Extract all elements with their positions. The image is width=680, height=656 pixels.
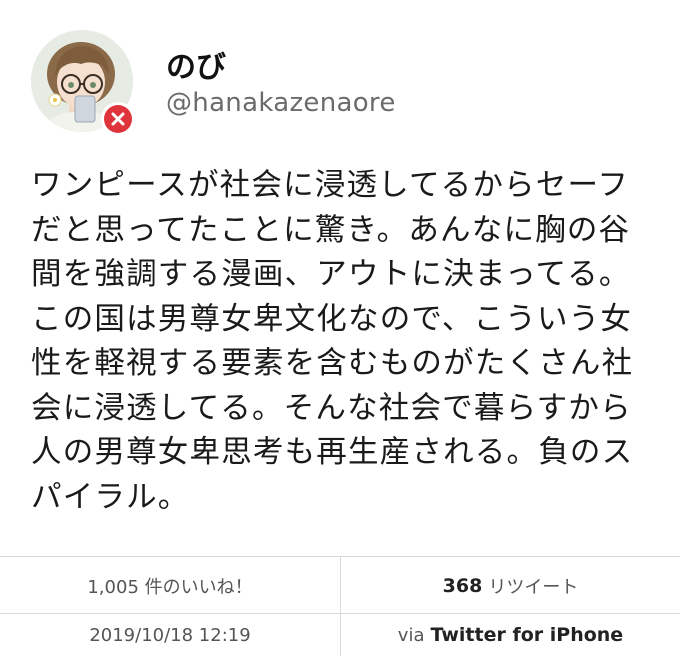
display-name[interactable]: のび: [166, 42, 226, 86]
close-icon: [104, 105, 132, 133]
tweet-line: 人の男尊女卑思考も再生産される。負のス: [31, 435, 634, 470]
tweet-line: 会に浸透してる。そんな社会で暮らすから: [31, 390, 632, 426]
tweet-line: だと思ってたことに驚き。あんなに胸の谷: [31, 212, 631, 248]
blocked-badge: [101, 102, 135, 136]
tweet-line: パイラル。: [31, 479, 190, 515]
via-prefix: via: [397, 624, 425, 646]
tweet-timestamp: 2019/10/18 12:19: [0, 614, 340, 656]
retweets-label: リツイート: [488, 577, 579, 598]
user-handle[interactable]: @hanakazenaore: [166, 88, 396, 118]
timestamp-text: 2019/10/18 12:19: [89, 624, 251, 646]
likes-count[interactable]: 1,005 件のいいね！: [0, 558, 340, 614]
tweet-header: のび @hanakazenaore: [0, 0, 680, 150]
avatar-container[interactable]: [31, 30, 137, 136]
client-name[interactable]: Twitter for iPhone: [430, 624, 623, 646]
tweet-source[interactable]: via Twitter for iPhone: [341, 614, 680, 656]
retweets-number: 368: [442, 575, 483, 597]
tweet-body: ワンピースが社会に浸透してるからセーフ だと思ってたことに驚き。あんなに胸の谷 …: [31, 164, 661, 520]
tweet-line: ワンピースが社会に浸透してるからセーフ: [31, 168, 630, 203]
likes-label: 1,005 件のいいね！: [87, 577, 253, 598]
tweet-line: この国は男尊女卑文化なので、こういう女: [31, 301, 633, 337]
tweet-line: 性を軽視する要素を含むものがたくさん社: [31, 346, 634, 381]
tweet-line: 間を強調する漫画、アウトに決まってる。: [31, 257, 631, 292]
retweets-count[interactable]: 368 リツイート: [341, 558, 680, 614]
